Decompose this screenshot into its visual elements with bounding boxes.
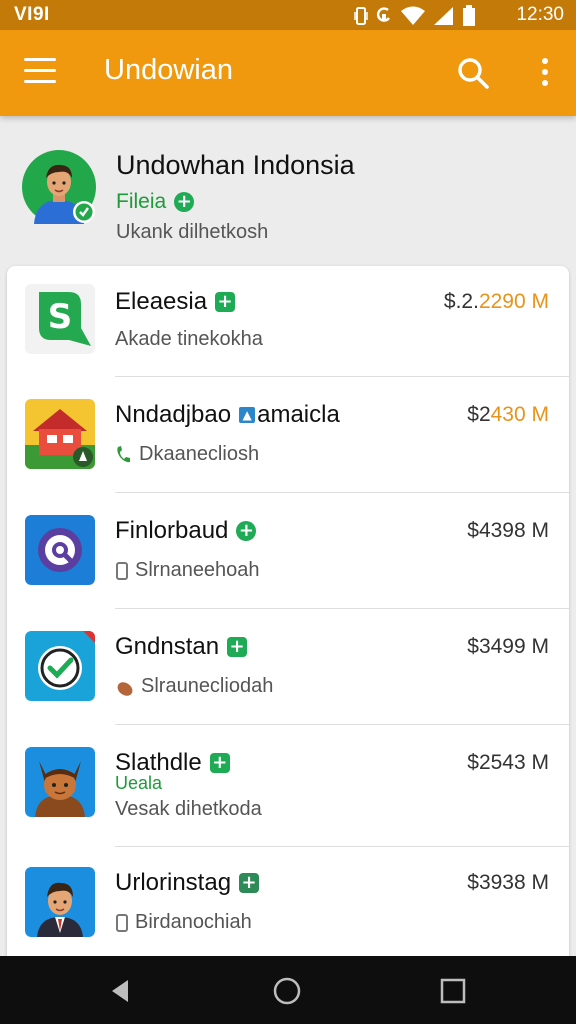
app-price: $4398 M	[467, 519, 549, 542]
app-name: Gndnstan	[115, 633, 220, 660]
nav-bar	[0, 956, 576, 1024]
app-price: $3499 M	[467, 635, 549, 658]
app-name-suffix: amaicla	[257, 401, 340, 428]
image-badge-icon: ▲	[239, 407, 256, 423]
status-bar: VI9I 12:30	[0, 0, 576, 30]
app-description: Slrnaneehoah	[135, 559, 260, 581]
profile-name: Undowhan Indonsia	[116, 150, 355, 180]
app-price: $.2.2290 M	[443, 290, 549, 313]
menu-icon[interactable]	[24, 58, 56, 88]
profile-description: Ukank dilhetkosh	[116, 221, 269, 243]
app-tag: Ueala	[115, 773, 163, 793]
check-circle-icon	[25, 631, 95, 701]
vibrate-icon	[354, 7, 368, 25]
plus-icon[interactable]: +	[227, 637, 248, 657]
bag-icon	[117, 681, 133, 696]
app-price: $2430 M	[467, 403, 549, 426]
app-price: $3938 M	[467, 871, 549, 894]
back-icon[interactable]	[106, 976, 136, 1006]
recents-icon[interactable]	[438, 976, 468, 1006]
list-item[interactable]: Slathdle + Ueala Vesak dihetkoda $2543 M	[7, 725, 569, 847]
phone-icon	[117, 445, 130, 462]
search-icon[interactable]	[456, 56, 490, 90]
fox-avatar-icon	[25, 747, 95, 817]
app-description: Vesak dihetkoda	[115, 798, 262, 820]
app-description: Dkaanecliosh	[139, 443, 260, 465]
list-item[interactable]: Finlorbaud + Slrnaneehoah $4398 M	[7, 493, 569, 609]
device-icon	[116, 913, 128, 932]
man-avatar-icon	[25, 867, 95, 937]
list-item[interactable]: Urlorinstag + Birdanochiah $3938 M	[7, 847, 569, 966]
svg-text:S: S	[48, 297, 73, 337]
profile-subtitle-row: Fileia +	[116, 190, 195, 214]
home-icon[interactable]	[272, 976, 302, 1006]
list-item[interactable]: Gndnstan + Slraunecliodah $3499 M	[7, 609, 569, 725]
wifi-icon	[401, 6, 425, 25]
plus-icon[interactable]: +	[174, 192, 195, 212]
app-price: $2543 M	[467, 751, 549, 774]
plus-icon[interactable]: +	[209, 753, 230, 773]
profile-header: Undowhan Indonsia Fileia + Ukank dilhetk…	[0, 116, 576, 266]
carrier-label: VI9I	[14, 4, 50, 25]
signal-icon	[434, 7, 453, 25]
status-icons	[354, 5, 476, 27]
app-bar: Undowian	[0, 30, 576, 116]
profile-avatar[interactable]	[22, 150, 96, 224]
house-icon	[25, 399, 95, 469]
profile-subtitle: Fileia	[116, 190, 167, 213]
device-icon	[116, 561, 128, 580]
plus-icon[interactable]: +	[239, 873, 260, 893]
q-circle-icon	[25, 515, 95, 585]
app-list: S Eleaesia + Akade tinekokha $.2.2290 M …	[7, 266, 569, 966]
battery-icon	[463, 5, 475, 26]
app-name: Finlorbaud	[115, 517, 229, 544]
app-name: Eleaesia	[115, 288, 208, 315]
list-item[interactable]: Nndadjbao ▲ amaicla Dkaanecliosh $2430 M	[7, 377, 569, 493]
clock: 12:30	[516, 4, 564, 25]
plus-icon[interactable]: +	[215, 292, 236, 312]
app-description: Birdanochiah	[135, 911, 252, 933]
sync-icon	[376, 7, 390, 22]
app-name: Urlorinstag	[115, 869, 232, 896]
app-description: Akade tinekokha	[115, 328, 263, 350]
plus-icon[interactable]: +	[236, 521, 257, 541]
app-title: Undowian	[104, 54, 233, 86]
more-vert-icon[interactable]	[538, 56, 552, 90]
app-description: Slraunecliodah	[141, 675, 274, 697]
s-logo-icon: S	[25, 284, 95, 354]
list-item[interactable]: S Eleaesia + Akade tinekokha $.2.2290 M	[7, 266, 569, 377]
app-name: Nndadjbao	[115, 401, 232, 428]
